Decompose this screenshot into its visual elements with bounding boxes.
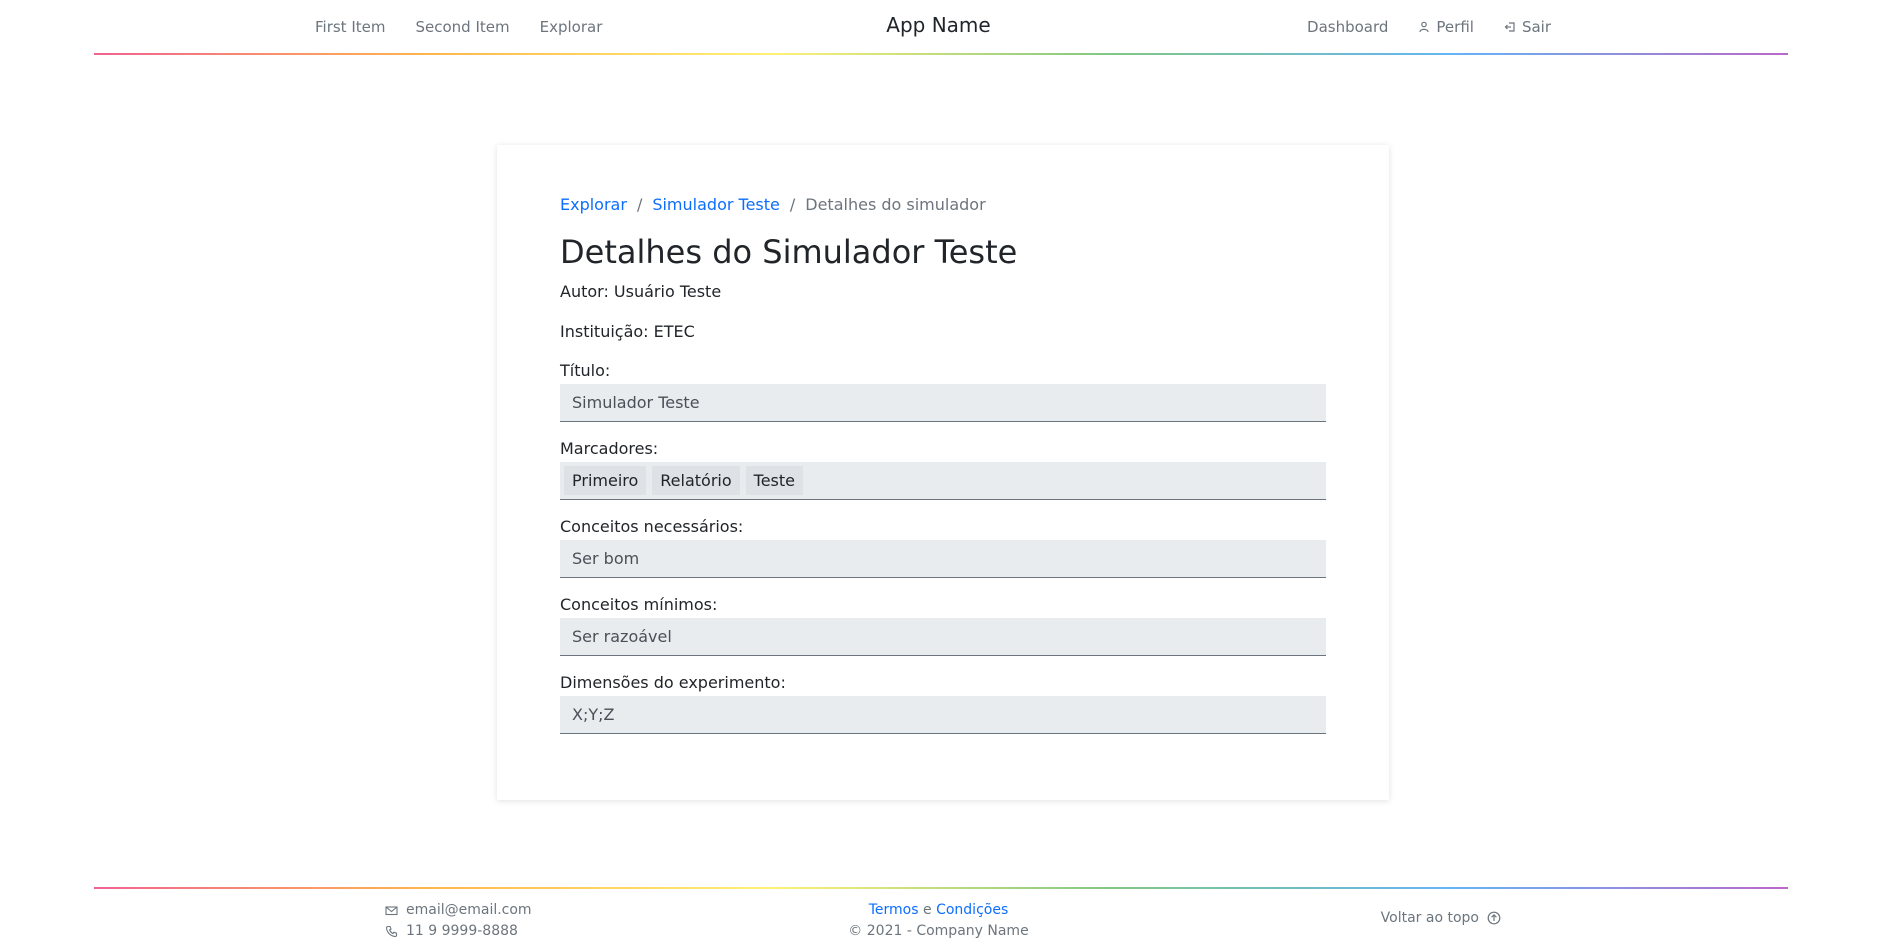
nav-second-item[interactable]: Second Item [415,18,509,36]
nav-dashboard[interactable]: Dashboard [1307,18,1388,36]
page-title: Detalhes do Simulador Teste [560,233,1018,271]
nav-left: First Item Second Item Explorar [315,18,602,36]
titulo-field[interactable]: Simulador Teste [560,384,1326,422]
nav-logout[interactable]: Sair [1504,18,1551,36]
tag-chip[interactable]: Primeiro [564,466,647,495]
header-divider [94,53,1788,55]
titulo-label: Título: [560,361,611,380]
conditions-link[interactable]: Condições [936,902,1008,918]
conceitos-minimos-value: Ser razoável [572,627,672,646]
top-navbar: First Item Second Item Explorar App Name… [0,0,1877,56]
app-brand[interactable]: App Name [886,13,990,37]
nav-dashboard-label: Dashboard [1307,18,1389,36]
user-icon [1419,21,1430,33]
footer-divider [94,887,1788,889]
logout-icon [1504,22,1515,32]
marcadores-field[interactable]: Primeiro Relatório Teste [560,462,1326,500]
author-text: Autor: Usuário Teste [560,282,722,301]
card-content: Explorar / Simulador Teste / Detalhes do… [560,195,1326,734]
conceitos-minimos-label: Conceitos mínimos: [560,595,718,614]
copyright-text: 2021 - Company Name [866,923,1029,939]
details-card: Explorar / Simulador Teste / Detalhes do… [497,145,1389,800]
back-to-top-label: Voltar ao topo [1380,910,1479,926]
phone-icon [385,925,398,938]
breadcrumb-current: Detalhes do simulador [805,195,986,214]
tag-chip[interactable]: Relatório [652,466,740,495]
dimensoes-value: X;Y;Z [572,705,615,724]
nav-logout-label: Sair [1521,18,1551,36]
footer-email-row[interactable]: email@email.com [385,900,532,921]
footer-phone-row[interactable]: 11 9 9999-8888 [385,921,532,942]
conceitos-necessarios-label: Conceitos necessários: [560,517,744,536]
conceitos-minimos-field[interactable]: Ser razoável [560,618,1326,656]
back-to-top-button[interactable]: Voltar ao topo [1381,910,1501,926]
footer-center: Termos e Condições © 2021 - Company Name [0,900,1877,942]
breadcrumb-separator: / [636,195,643,214]
breadcrumb-separator: / [789,195,796,214]
footer-contact: email@email.com 11 9 9999-8888 [385,900,532,942]
footer-terms-row: Termos e Condições [0,900,1877,921]
envelope-icon [385,906,398,916]
breadcrumb-simulador[interactable]: Simulador Teste [652,195,780,214]
breadcrumb-explorar[interactable]: Explorar [560,195,627,214]
institution-text: Instituição: ETEC [560,322,695,341]
copyright-icon: © [848,923,863,939]
tag-chip[interactable]: Teste [745,466,804,495]
titulo-value: Simulador Teste [572,393,700,412]
dimensoes-label: Dimensões do experimento: [560,673,786,692]
breadcrumb: Explorar / Simulador Teste / Detalhes do… [560,195,1326,214]
footer-phone: 11 9 9999-8888 [406,923,518,939]
nav-explorar[interactable]: Explorar [540,18,603,36]
brand-container: App Name [0,13,1877,37]
arrow-up-circle-icon [1487,911,1501,925]
terms-link[interactable]: Termos [869,902,919,918]
copyright-row: © 2021 - Company Name [0,921,1877,942]
nav-profile[interactable]: Perfil [1418,18,1474,36]
footer-email: email@email.com [406,902,532,918]
marcadores-label: Marcadores: [560,439,659,458]
nav-profile-label: Perfil [1436,18,1474,36]
nav-first-item[interactable]: First Item [315,18,385,36]
conceitos-necessarios-field[interactable]: Ser bom [560,540,1326,578]
conceitos-necessarios-value: Ser bom [572,549,640,568]
nav-right: Dashboard Perfil Sair [1307,18,1551,36]
dimensoes-field[interactable]: X;Y;Z [560,696,1326,734]
terms-and: e [923,902,932,918]
